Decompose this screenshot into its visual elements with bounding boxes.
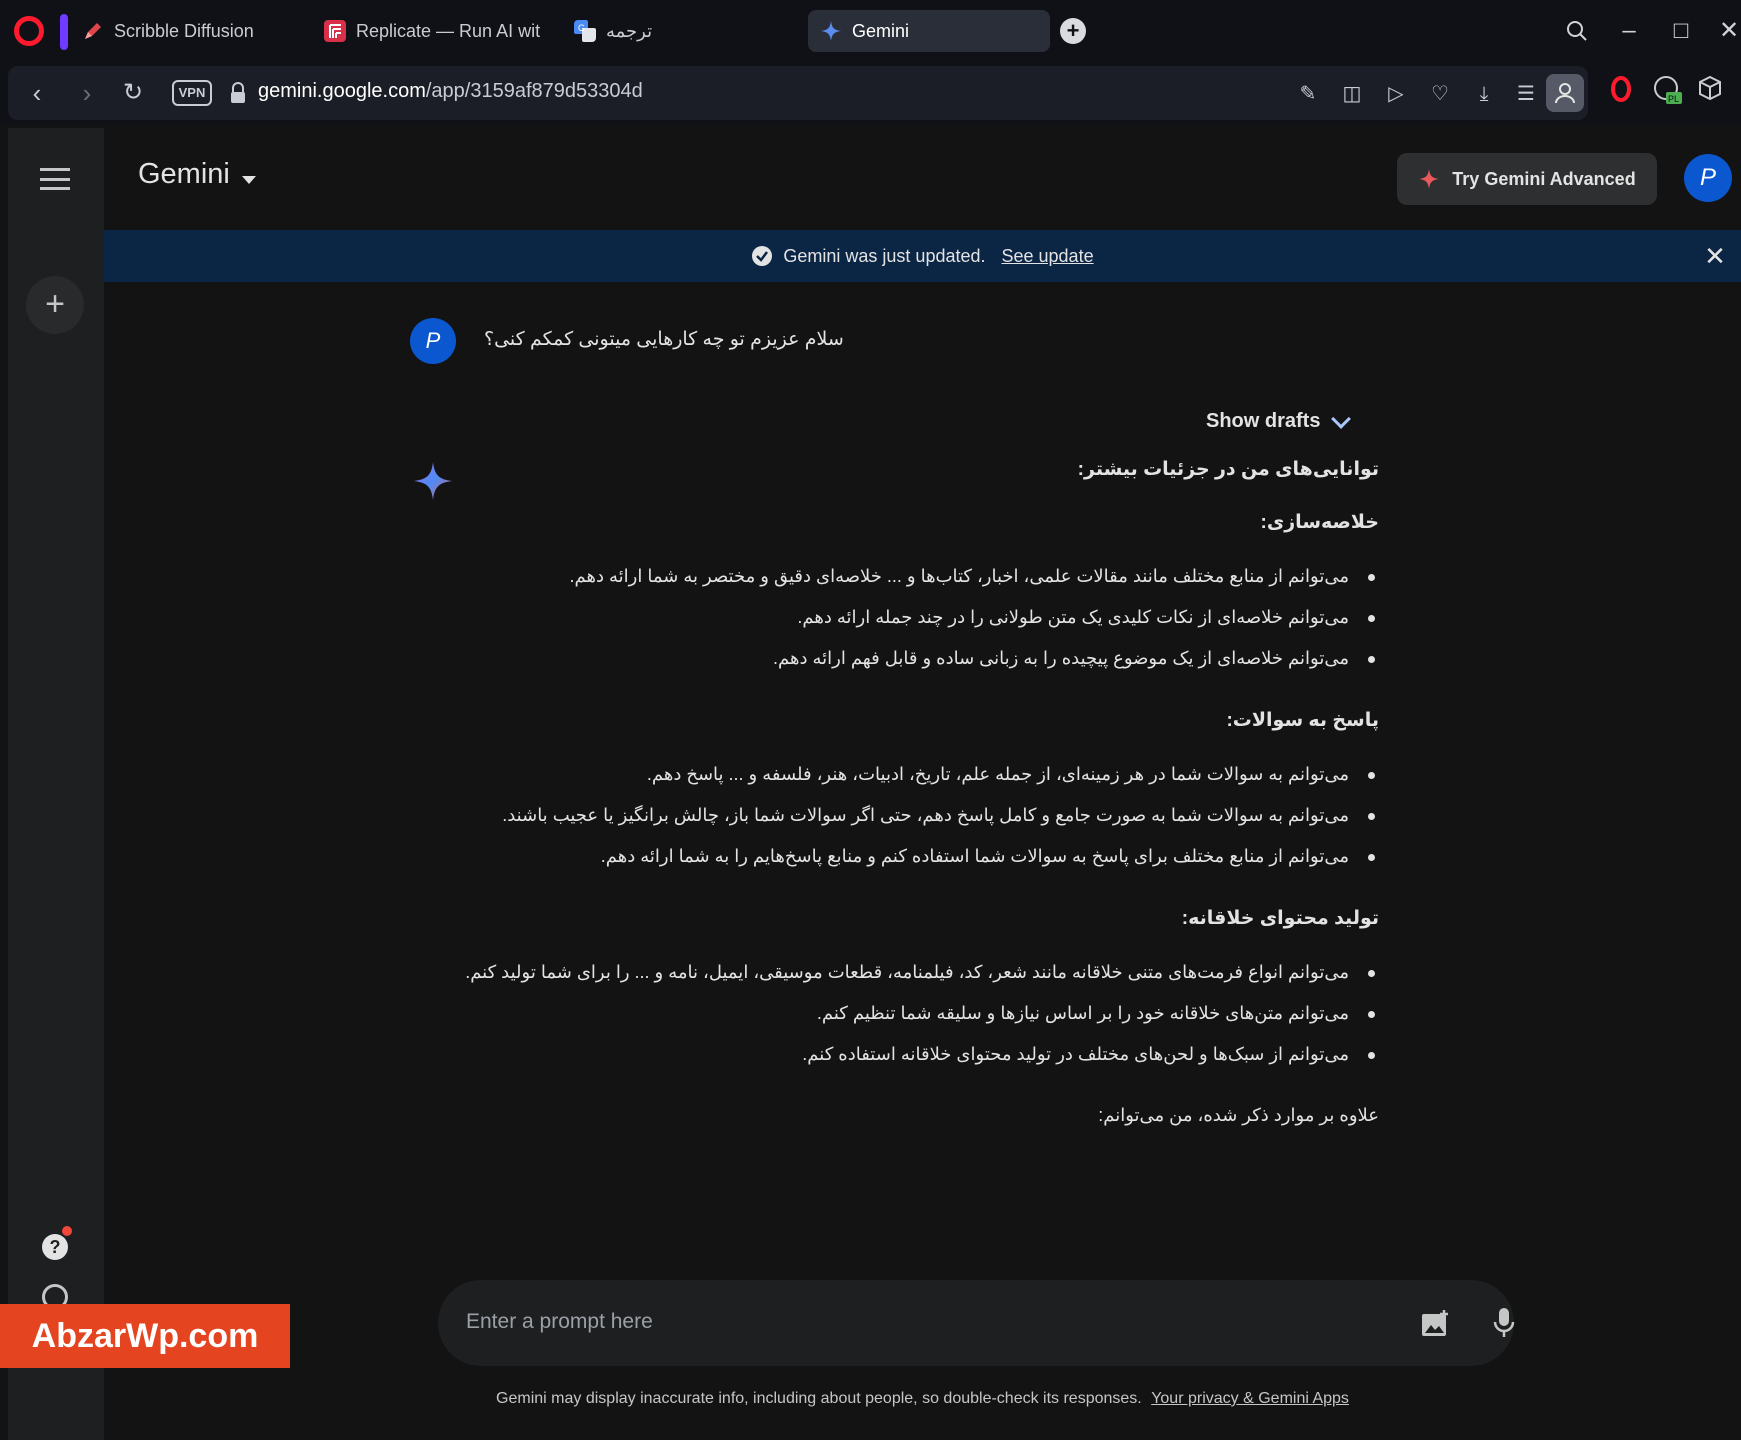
- url-path: /app/3159af879d53304d: [425, 80, 643, 102]
- download-icon[interactable]: ⤓: [1470, 80, 1498, 108]
- section-list: می‌توانم به سوالات شما در هر زمینه‌ای، ا…: [444, 754, 1379, 877]
- lock-icon: [231, 82, 245, 103]
- tab-label: Gemini: [852, 20, 910, 41]
- help-icon[interactable]: ?: [42, 1234, 68, 1260]
- heart-icon[interactable]: ♡: [1426, 80, 1454, 108]
- section-title: خلاصه‌سازی:: [1260, 512, 1380, 533]
- tab-label: ترجمه: [606, 20, 653, 41]
- user-message: سلام عزیزم تو چه کارهایی میتونی کمکم کنی…: [484, 329, 844, 350]
- gemini-spark-icon: [821, 21, 841, 41]
- privacy-link[interactable]: Your privacy & Gemini Apps: [1151, 1390, 1349, 1407]
- model-dropdown-icon[interactable]: [242, 176, 256, 184]
- list-item: می‌توانم انواع فرمت‌های متنی خلاقانه مان…: [444, 952, 1379, 993]
- hamburger-menu-icon[interactable]: [40, 168, 70, 190]
- model-response: توانایی‌های من در جزئیات بیشتر: خلاصه‌سا…: [444, 458, 1379, 1126]
- disclaimer: Gemini may display inaccurate info, incl…: [104, 1390, 1741, 1408]
- new-tab-button[interactable]: +: [1060, 18, 1086, 44]
- advanced-button-label: Try Gemini Advanced: [1452, 168, 1636, 189]
- maximize-icon[interactable]: □: [1664, 14, 1698, 48]
- watermark-label: AbzarWp.com: [0, 1304, 290, 1368]
- section-title: تولید محتوای خلاقانه:: [1181, 908, 1379, 929]
- svg-text:G: G: [578, 23, 585, 33]
- address-field-container: ‹ › ↻ VPN gemini.google.com/app/3159af87…: [8, 66, 1588, 120]
- translate-icon: G: [574, 20, 596, 42]
- tab-translate[interactable]: G ترجمه: [562, 10, 702, 52]
- list-item: می‌توانم متن‌های خلاقانه خود را بر اساس …: [444, 993, 1379, 1034]
- new-chat-button[interactable]: +: [26, 276, 84, 334]
- pencil-icon: [85, 23, 101, 39]
- tab-replicate[interactable]: Replicate — Run AI with a: [312, 10, 552, 52]
- microphone-icon[interactable]: [1492, 1306, 1516, 1340]
- response-heading: توانایی‌های من در جزئیات بیشتر:: [1077, 459, 1379, 480]
- share-icon[interactable]: ✎: [1294, 80, 1322, 108]
- list-item: می‌توانم خلاصه‌ای از یک موضوع پیچیده را …: [444, 638, 1379, 679]
- list-item: می‌توانم از سبک‌ها و لحن‌های مختلف در تو…: [444, 1034, 1379, 1075]
- svg-text:PL: PL: [1668, 94, 1679, 104]
- section-list: می‌توانم از منابع مختلف مانند مقالات علم…: [444, 556, 1379, 679]
- disclaimer-text: Gemini may display inaccurate info, incl…: [496, 1390, 1142, 1407]
- account-avatar[interactable]: P: [1684, 154, 1732, 202]
- url-field[interactable]: gemini.google.com/app/3159af879d53304d: [258, 80, 643, 103]
- vpn-badge[interactable]: VPN: [172, 80, 212, 106]
- see-update-link[interactable]: See update: [1002, 246, 1094, 267]
- snapshot-icon[interactable]: ◫: [1338, 80, 1366, 108]
- close-window-icon[interactable]: ✕: [1712, 14, 1741, 48]
- image-upload-icon[interactable]: [1420, 1308, 1450, 1338]
- browser-tabbar: Scribble Diffusion Replicate — Run AI wi…: [0, 0, 1741, 62]
- browser-addressbar: ‹ › ↻ VPN gemini.google.com/app/3159af87…: [0, 62, 1741, 124]
- prompt-box: [438, 1280, 1516, 1366]
- easy-setup-icon[interactable]: ☰: [1512, 80, 1540, 108]
- notification-dot: [62, 1226, 72, 1236]
- list-item: می‌توانم به سوالات شما در هر زمینه‌ای، ا…: [444, 754, 1379, 795]
- prompt-input[interactable]: [466, 1302, 1366, 1342]
- opera-menu-icon[interactable]: [1606, 74, 1636, 104]
- update-banner: Gemini was just updated. See update ✕: [104, 230, 1741, 282]
- reload-icon[interactable]: ↻: [118, 78, 148, 108]
- player-icon[interactable]: ▷: [1382, 80, 1410, 108]
- banner-text: Gemini was just updated.: [783, 245, 986, 266]
- url-host: gemini.google.com: [258, 80, 426, 102]
- try-advanced-button[interactable]: Try Gemini Advanced: [1397, 153, 1657, 205]
- gemini-sidebar: + ?: [8, 128, 104, 1440]
- chevron-down-icon: [1331, 408, 1352, 429]
- extensions-cube-icon[interactable]: [1696, 74, 1726, 104]
- extension-pl-icon[interactable]: PL: [1652, 74, 1682, 104]
- tab-label: Replicate — Run AI with a: [356, 20, 540, 41]
- list-item: می‌توانم به سوالات شما به صورت جامع و کا…: [444, 795, 1379, 836]
- tab-gemini[interactable]: Gemini: [808, 10, 1050, 52]
- gemini-main: Gemini Try Gemini Advanced P Gemini was …: [104, 128, 1741, 1440]
- replicate-icon: [324, 20, 346, 42]
- profile-button[interactable]: [1546, 74, 1584, 112]
- response-closing: علاوه بر موارد ذکر شده، من می‌توانم:: [1098, 1105, 1379, 1125]
- list-item: می‌توانم خلاصه‌ای از نکات کلیدی یک متن ط…: [444, 597, 1379, 638]
- opera-logo-icon[interactable]: [14, 16, 44, 46]
- show-drafts-button[interactable]: Show drafts: [1206, 408, 1352, 433]
- app-title[interactable]: Gemini: [138, 158, 230, 191]
- user-icon: [1555, 83, 1575, 104]
- verified-badge-icon: [752, 246, 773, 266]
- list-item: می‌توانم از منابع مختلف برای پاسخ به سوا…: [444, 836, 1379, 877]
- section-title: پاسخ به سوالات:: [1226, 710, 1379, 731]
- back-icon[interactable]: ‹: [22, 78, 52, 108]
- close-icon[interactable]: ✕: [1701, 242, 1729, 270]
- tab-scribble-diffusion[interactable]: Scribble Diffusion: [70, 10, 270, 52]
- minimize-icon[interactable]: –: [1612, 14, 1646, 48]
- section-list: می‌توانم انواع فرمت‌های متنی خلاقانه مان…: [444, 952, 1379, 1075]
- spark-icon: [1419, 169, 1440, 189]
- show-drafts-label: Show drafts: [1206, 410, 1321, 432]
- tab-label: Scribble Diffusion: [114, 20, 254, 41]
- search-tabs-icon[interactable]: [1560, 14, 1594, 48]
- user-message-avatar: P: [410, 318, 456, 364]
- list-item: می‌توانم از منابع مختلف مانند مقالات علم…: [444, 556, 1379, 597]
- tab-group-indicator: [60, 14, 68, 50]
- forward-icon[interactable]: ›: [72, 78, 102, 108]
